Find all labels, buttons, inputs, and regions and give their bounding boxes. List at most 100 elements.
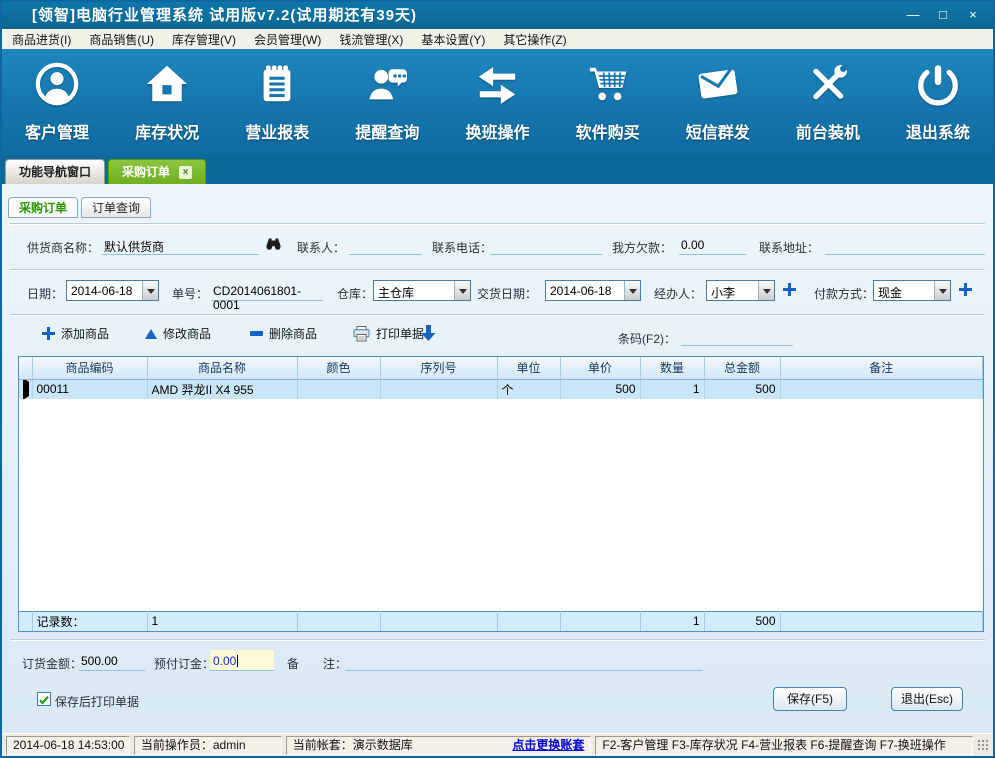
cell-unit: 个 xyxy=(497,379,560,399)
items-grid: 商品编码 商品名称 颜色 序列号 单位 单价 数量 总金额 备注 00011 xyxy=(18,356,984,632)
qty-sum: 1 xyxy=(640,611,704,631)
column-header[interactable]: 商品名称 xyxy=(147,357,297,379)
selector-column-header xyxy=(19,357,32,379)
move-down-button[interactable] xyxy=(421,325,436,341)
toolbar-exit-button[interactable]: 退出系统 xyxy=(883,61,993,143)
column-header[interactable]: 备注 xyxy=(780,357,983,379)
toolbar-inventory-button[interactable]: 库存状况 xyxy=(112,61,222,143)
toolbar-shift-button[interactable]: 换班操作 xyxy=(442,61,552,143)
chevron-down-icon[interactable] xyxy=(934,281,950,300)
handler-select[interactable]: 小李 xyxy=(706,280,775,301)
toolbar-sms-button[interactable]: 短信群发 xyxy=(663,61,773,143)
maximize-button[interactable]: □ xyxy=(931,2,955,29)
payment-select[interactable]: 现金 xyxy=(873,280,951,301)
column-header[interactable]: 序列号 xyxy=(380,357,497,379)
column-header[interactable]: 单价 xyxy=(560,357,640,379)
add-item-button[interactable]: 添加商品 xyxy=(42,325,109,342)
column-header[interactable]: 总金额 xyxy=(704,357,780,379)
toolbar-reminder-button[interactable]: 提醒查询 xyxy=(332,61,442,143)
sms-icon xyxy=(695,61,741,112)
warehouse-select[interactable]: 主仓库 xyxy=(373,280,471,301)
order-info-row: 日期： 2014-06-18 单号： CD2014061801-0001 仓库：… xyxy=(2,272,993,314)
chevron-down-icon[interactable] xyxy=(624,281,640,300)
cell-name: AMD 羿龙II X4 955 xyxy=(147,379,297,399)
subtab-order-query[interactable]: 订单查询 xyxy=(81,197,151,218)
column-header[interactable]: 数量 xyxy=(640,357,704,379)
print-after-save-checkbox[interactable] xyxy=(37,692,51,706)
phone-label: 联系电话： xyxy=(432,239,492,256)
barcode-input[interactable] xyxy=(681,325,793,346)
column-header[interactable]: 单位 xyxy=(497,357,560,379)
remark-input[interactable] xyxy=(345,650,703,671)
text-caret xyxy=(237,655,238,667)
tab-close-icon[interactable]: × xyxy=(179,166,192,179)
toolbar-label: 客户管理 xyxy=(25,119,89,143)
tab-function-navigator[interactable]: 功能导航窗口 xyxy=(5,159,105,184)
menu-stock[interactable]: 库存管理(V) xyxy=(172,31,236,48)
add-handler-button[interactable] xyxy=(783,283,796,301)
main-toolbar: 客户管理 库存状况 营业报表 提醒查询 换班操作 软件购买 短信群发 前台装机 xyxy=(2,49,993,155)
chevron-down-icon[interactable] xyxy=(758,281,774,300)
contact-input[interactable] xyxy=(349,234,422,255)
modify-item-button[interactable]: 修改商品 xyxy=(145,325,211,342)
add-payment-button[interactable] xyxy=(959,283,972,301)
toolbar-label: 软件购买 xyxy=(576,119,640,143)
chevron-down-icon[interactable] xyxy=(454,281,470,300)
date-select[interactable]: 2014-06-18 xyxy=(66,280,159,301)
resize-grip-icon[interactable] xyxy=(977,739,989,751)
menu-sales[interactable]: 商品销售(U) xyxy=(89,31,154,48)
toolbar-report-button[interactable]: 营业报表 xyxy=(222,61,332,143)
tab-purchase-order[interactable]: 采购订单 × xyxy=(108,159,206,184)
power-icon xyxy=(915,61,961,112)
close-button[interactable]: × xyxy=(961,2,985,29)
supplier-lookup-button[interactable] xyxy=(265,236,282,256)
exit-button[interactable]: 退出(Esc) xyxy=(891,687,963,711)
delivery-date-select[interactable]: 2014-06-18 xyxy=(545,280,641,301)
switch-account-link[interactable]: 点击更换账套 xyxy=(512,737,584,754)
tab-label: 采购订单 xyxy=(122,160,170,184)
menu-other[interactable]: 其它操作(Z) xyxy=(503,31,566,48)
toolbar-label: 提醒查询 xyxy=(355,119,419,143)
purchase-icon xyxy=(585,61,631,112)
menu-settings[interactable]: 基本设置(Y) xyxy=(421,31,485,48)
grid-empty-area[interactable] xyxy=(19,399,983,611)
binoculars-icon xyxy=(267,239,281,250)
record-count-value: 1 xyxy=(147,611,297,631)
check-icon xyxy=(38,694,50,706)
page-tab-strip: 功能导航窗口 采购订单 × xyxy=(2,155,993,184)
toolbar-customer-button[interactable]: 客户管理 xyxy=(2,61,112,143)
order-no-label: 单号： xyxy=(172,285,208,302)
window-controls: — □ × xyxy=(901,2,985,29)
plus-icon xyxy=(42,327,55,340)
bottom-row: 保存后打印单据 保存(F5) 退出(Esc) xyxy=(2,682,993,720)
status-account: 当前帐套：演示数据库 xyxy=(293,737,413,754)
toolbar-purchase-button[interactable]: 软件购买 xyxy=(553,61,663,143)
phone-input[interactable] xyxy=(490,234,602,255)
toolbar-assembly-button[interactable]: 前台装机 xyxy=(773,61,883,143)
address-input[interactable] xyxy=(825,234,985,255)
app-window: [领智]电脑行业管理系统 试用版v7.2(试用期还有39天) — □ × 商品进… xyxy=(0,0,995,758)
delete-item-button[interactable]: 删除商品 xyxy=(250,325,317,342)
minimize-button[interactable]: — xyxy=(901,2,925,29)
grid-header-row: 商品编码 商品名称 颜色 序列号 单位 单价 数量 总金额 备注 xyxy=(19,357,983,379)
table-row[interactable]: 00011 AMD 羿龙II X4 955 个 500 1 500 xyxy=(19,379,983,399)
menu-cashflow[interactable]: 钱流管理(X) xyxy=(339,31,403,48)
remark-label: 备 注： xyxy=(287,655,347,672)
supplier-input[interactable]: 默认供货商 xyxy=(102,234,259,255)
menu-bar: 商品进货(I) 商品销售(U) 库存管理(V) 会员管理(W) 钱流管理(X) … xyxy=(2,29,993,49)
minus-icon xyxy=(250,331,263,336)
column-header[interactable]: 颜色 xyxy=(297,357,380,379)
menu-purchase[interactable]: 商品进货(I) xyxy=(12,31,71,48)
assembly-icon xyxy=(805,61,851,112)
shift-change-icon xyxy=(474,61,520,112)
column-header[interactable]: 商品编码 xyxy=(32,357,147,379)
status-bar: 2014-06-18 14:53:00 当前操作员：admin 当前帐套：演示数… xyxy=(2,733,993,756)
print-receipt-button[interactable]: 打印单据 xyxy=(353,325,424,342)
grid-header-and-rows: 商品编码 商品名称 颜色 序列号 单位 单价 数量 总金额 备注 00011 xyxy=(19,357,983,399)
menu-member[interactable]: 会员管理(W) xyxy=(254,31,321,48)
chevron-down-icon[interactable] xyxy=(142,281,158,300)
subtab-purchase-order[interactable]: 采购订单 xyxy=(8,197,78,218)
prepaid-input[interactable]: 0.00 xyxy=(210,650,274,671)
cell-color xyxy=(297,379,380,399)
save-button[interactable]: 保存(F5) xyxy=(773,687,847,711)
